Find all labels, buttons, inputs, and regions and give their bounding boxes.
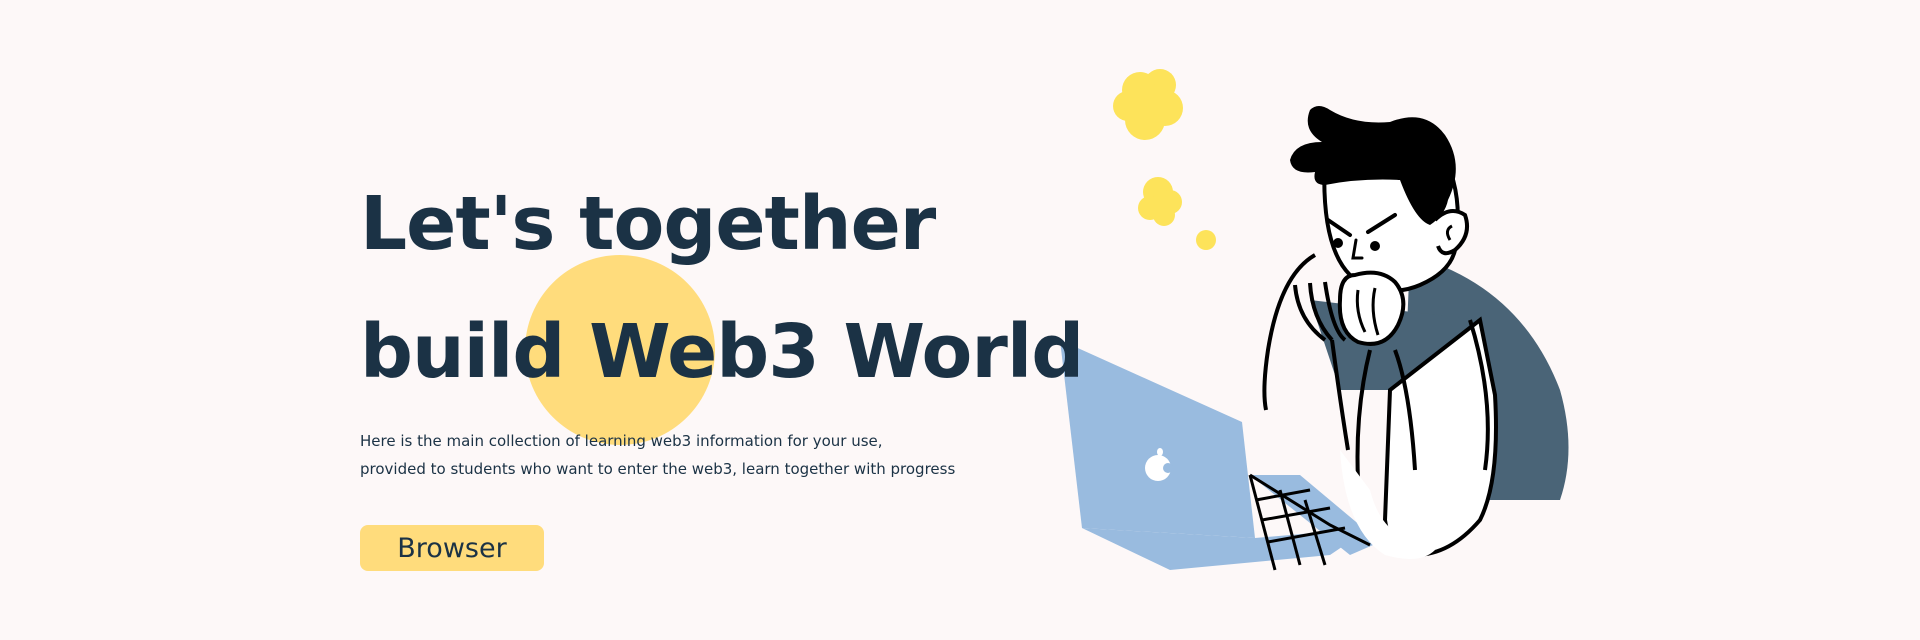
person-at-laptop-illustration xyxy=(1060,69,1569,571)
hero-section: Let's together build Web3 World Here is … xyxy=(0,0,1920,640)
description-line-1: Here is the main collection of learning … xyxy=(360,432,883,450)
thought-bubble-icon xyxy=(1113,69,1216,250)
hero-headline: Let's together build Web3 World xyxy=(360,160,1084,416)
hero-text-column: Let's together build Web3 World Here is … xyxy=(360,160,1084,571)
headline-line-1: Let's together xyxy=(360,181,936,267)
hero-illustration xyxy=(1040,50,1580,590)
hero-description: Here is the main collection of learning … xyxy=(360,427,1000,483)
description-line-2: provided to students who want to enter t… xyxy=(360,460,956,478)
browser-button[interactable]: Browser xyxy=(360,525,544,571)
laptop-icon xyxy=(1060,340,1380,571)
headline-line-2: build Web3 World xyxy=(360,309,1084,395)
